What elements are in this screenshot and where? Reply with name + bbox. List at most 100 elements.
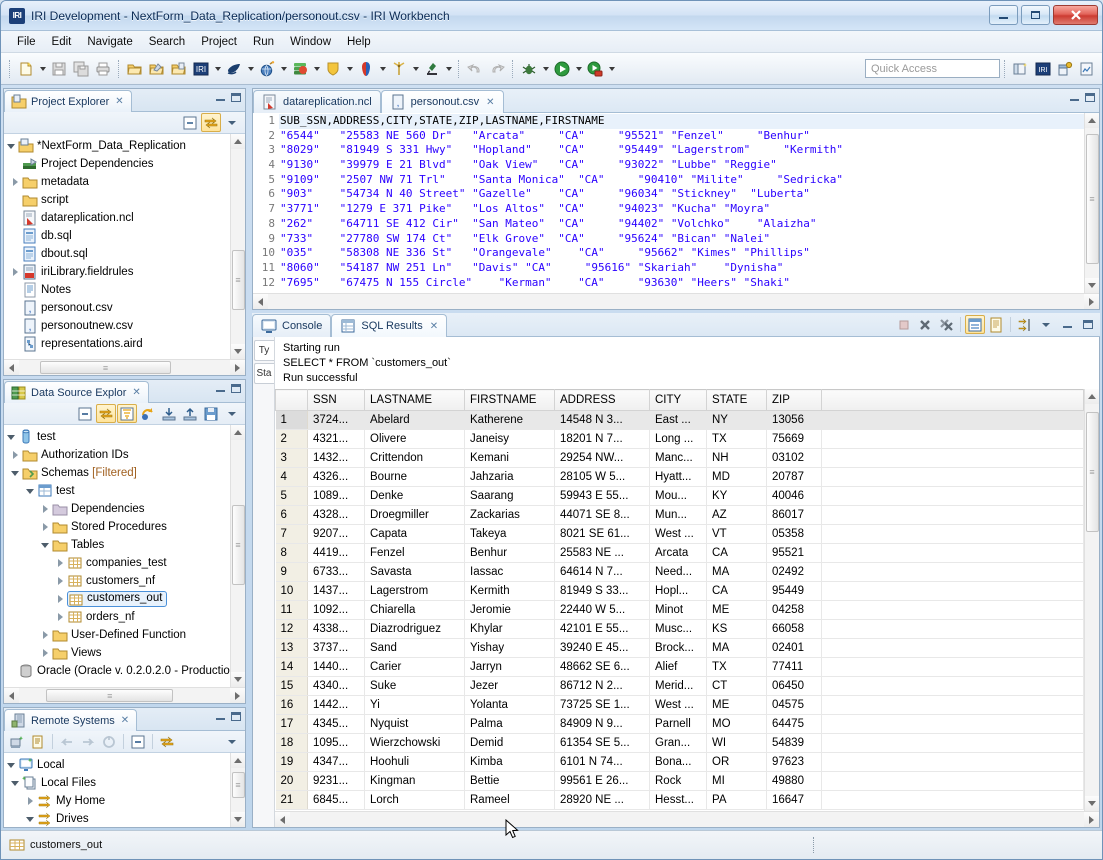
table-cell[interactable]: Jarryn: [464, 657, 555, 677]
project-explorer-vscrollbar[interactable]: [230, 134, 245, 359]
results-view-menu[interactable]: [1036, 315, 1056, 334]
scroll-down-icon[interactable]: [230, 672, 245, 687]
project-explorer-tree-row[interactable]: Notes: [4, 281, 230, 299]
scroll-thumb[interactable]: [1085, 411, 1099, 532]
data-source-explorer-tree-row[interactable]: Stored Procedures: [4, 518, 230, 536]
microscope-button[interactable]: [421, 58, 443, 80]
table-cell[interactable]: 02492: [766, 562, 822, 582]
minimize-button[interactable]: [989, 5, 1018, 25]
table-row[interactable]: 13 3737... Sand Yishay 39240 E 45... Brock...…: [275, 638, 1084, 658]
table-cell[interactable]: 13056: [766, 410, 822, 430]
results-column-header[interactable]: [821, 389, 1084, 411]
results-table-body[interactable]: 1 3724... Abelard Katherene 14548 N 3... East…: [275, 410, 1084, 810]
table-cell[interactable]: 49880: [766, 771, 822, 791]
shield-button[interactable]: [322, 58, 344, 80]
table-cell[interactable]: Minot: [649, 600, 707, 620]
table-cell[interactable]: 8021 SE 61...: [554, 524, 650, 544]
remote-systems-close-icon[interactable]: ✕: [121, 715, 129, 726]
hscroll-right-icon[interactable]: [230, 688, 245, 703]
menu-window[interactable]: Window: [282, 34, 339, 50]
row-number-cell[interactable]: 21: [275, 790, 308, 810]
dse-refresh-button[interactable]: [138, 404, 158, 423]
tree-twisty[interactable]: [38, 649, 52, 657]
table-cell[interactable]: KS: [706, 619, 767, 639]
rs-back-button[interactable]: [57, 732, 77, 751]
table-cell[interactable]: CT: [706, 676, 767, 696]
rs-forward-button[interactable]: [78, 732, 98, 751]
hscroll-track[interactable]: [290, 812, 1084, 827]
table-cell[interactable]: Khylar: [464, 619, 555, 639]
row-number-cell[interactable]: 7: [275, 524, 308, 544]
table-row[interactable]: 12 4338... Diazrodriguez Khylar 42101 E 55..…: [275, 619, 1084, 639]
tree-twisty[interactable]: [8, 268, 22, 276]
table-row[interactable]: 18 1095... Wierzchowski Demid 61354 SE 5... G…: [275, 733, 1084, 753]
table-cell[interactable]: OR: [706, 752, 767, 772]
table-cell[interactable]: 4338...: [307, 619, 365, 639]
table-cell[interactable]: 6733...: [307, 562, 365, 582]
table-cell[interactable]: Bettie: [464, 771, 555, 791]
table-cell[interactable]: MD: [706, 467, 767, 487]
scroll-thumb[interactable]: [231, 771, 245, 798]
table-cell[interactable]: Lorch: [364, 790, 465, 810]
table-cell[interactable]: MA: [706, 562, 767, 582]
table-cell[interactable]: Mun...: [649, 505, 707, 525]
editor-line[interactable]: "7695" "67475 N 155 Circle" "Kerman" "CA…: [279, 276, 1084, 291]
project-explorer-view-menu[interactable]: [222, 113, 242, 132]
project-explorer-maximize-icon[interactable]: [231, 93, 241, 102]
table-cell[interactable]: 48662 SE 6...: [554, 657, 650, 677]
results-column-header[interactable]: CITY: [649, 389, 707, 411]
hscroll-right-icon[interactable]: [230, 360, 245, 375]
project-explorer-tree-row[interactable]: representations.aird: [4, 335, 230, 353]
table-cell[interactable]: 99561 E 26...: [554, 771, 650, 791]
table-cell[interactable]: 42101 E 55...: [554, 619, 650, 639]
table-cell[interactable]: 06450: [766, 676, 822, 696]
table-cell[interactable]: 64475: [766, 714, 822, 734]
tree-twisty[interactable]: [53, 559, 67, 567]
table-cell[interactable]: 14548 N 3...: [554, 410, 650, 430]
scroll-track[interactable]: [1084, 128, 1099, 278]
table-cell[interactable]: East ...: [649, 410, 707, 430]
project-explorer-tree-row[interactable]: , personout.csv: [4, 299, 230, 317]
table-cell[interactable]: Capata: [364, 524, 465, 544]
project-explorer-minimize-icon[interactable]: [216, 94, 225, 101]
table-cell[interactable]: Long ...: [649, 429, 707, 449]
table-cell[interactable]: Kimba: [464, 752, 555, 772]
scroll-down-icon[interactable]: [1084, 278, 1099, 293]
table-cell[interactable]: Iassac: [464, 562, 555, 582]
table-cell[interactable]: CA: [706, 543, 767, 563]
table-row[interactable]: 8 4419... Fenzel Benhur 25583 NE ... Arcata CA…: [275, 543, 1084, 563]
remote-systems-tree-row[interactable]: My Home: [4, 792, 230, 810]
iri-perspective-button[interactable]: IRI: [1032, 58, 1054, 80]
project-explorer-tree-row[interactable]: Project Dependencies: [4, 155, 230, 173]
remote-systems-tree-row[interactable]: Drives: [4, 810, 230, 827]
data-source-explorer-tree-row[interactable]: Oracle (Oracle v. 0.2.0.2.0 - Productio: [4, 662, 230, 680]
table-row[interactable]: 19 4347... Hoohuli Kimba 6101 N 74... Bona...…: [275, 752, 1084, 772]
table-cell[interactable]: Kemani: [464, 448, 555, 468]
row-number-cell[interactable]: 9: [275, 562, 308, 582]
table-cell[interactable]: Hopl...: [649, 581, 707, 601]
hscroll-right-icon[interactable]: [1084, 812, 1099, 827]
project-explorer-tree-row[interactable]: script: [4, 191, 230, 209]
scroll-thumb[interactable]: [231, 504, 245, 585]
table-cell[interactable]: Bona...: [649, 752, 707, 772]
data-perspective-button[interactable]: [1054, 58, 1076, 80]
row-number-cell[interactable]: 19: [275, 752, 308, 772]
table-cell[interactable]: 29254 NW...: [554, 448, 650, 468]
table-cell[interactable]: Droegmiller: [364, 505, 465, 525]
close-button[interactable]: [1053, 5, 1098, 25]
results-minimize-button[interactable]: [1057, 315, 1077, 334]
table-cell[interactable]: ME: [706, 695, 767, 715]
menu-file[interactable]: File: [9, 34, 44, 50]
rs-refresh-button[interactable]: [99, 732, 119, 751]
run-button[interactable]: [551, 58, 573, 80]
tab-data-source-explorer[interactable]: Data Source Explor ✕: [4, 381, 149, 403]
table-row[interactable]: 11 1092... Chiarella Jeromie 22440 W 5... Min…: [275, 600, 1084, 620]
table-row[interactable]: 2 4321... Olivere Janeisy 18201 N 7... Long .…: [275, 429, 1084, 449]
table-cell[interactable]: 04258: [766, 600, 822, 620]
save-all-button[interactable]: [70, 58, 92, 80]
scroll-track[interactable]: [230, 149, 245, 344]
table-cell[interactable]: Zackarias: [464, 505, 555, 525]
dse-view-menu[interactable]: [222, 404, 242, 423]
table-cell[interactable]: 1437...: [307, 581, 365, 601]
table-row[interactable]: 3 1432... Crittendon Kemani 29254 NW... Manc.…: [275, 448, 1084, 468]
